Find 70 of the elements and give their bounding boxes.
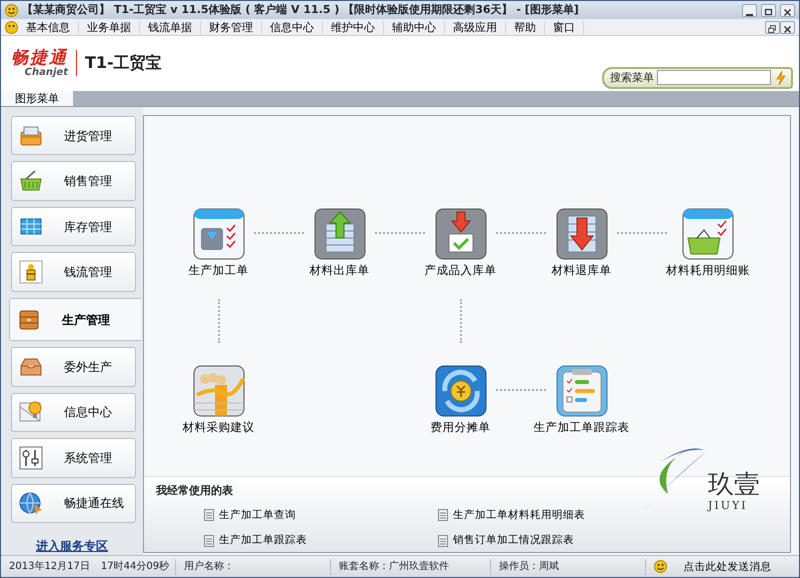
node-label[interactable]: 产成品入库单	[424, 262, 496, 280]
sidebar-item[interactable]: 钱流管理	[11, 252, 136, 292]
menu-item[interactable]: 帮助	[506, 20, 545, 34]
checklist-icon[interactable]	[556, 365, 608, 418]
sidebar-item[interactable]: 进货管理	[11, 116, 136, 156]
report-link[interactable]: 生产加工单跟踪表	[204, 533, 438, 549]
document-icon	[204, 509, 214, 522]
sidebar-item[interactable]: 销售管理	[11, 161, 136, 201]
send-message-button[interactable]: 点击此处发送消息	[684, 558, 772, 574]
sidebar-item[interactable]: 系统管理	[11, 438, 136, 478]
close-button[interactable]	[780, 20, 795, 34]
search-button[interactable]	[774, 70, 788, 86]
basket-document-icon[interactable]	[682, 208, 734, 260]
menu-item[interactable]: 钱流单据	[140, 20, 201, 34]
brand-logo-text: 畅捷通	[11, 50, 68, 67]
menu-item[interactable]: 高级应用	[445, 20, 506, 34]
document-icon	[204, 535, 214, 548]
app-icon	[5, 4, 18, 16]
node-label[interactable]: 材料退库单	[552, 262, 612, 280]
company-logo-latin: JIUYI	[708, 498, 749, 514]
search-field[interactable]	[657, 70, 771, 86]
maximize-button[interactable]	[761, 4, 776, 16]
section-title: 我经常使用的表	[156, 483, 233, 499]
report-link[interactable]: 销售订单加工情况跟踪表	[438, 533, 658, 549]
menu-item[interactable]: 窗口	[545, 20, 584, 34]
company-logo-text: 玖壹	[708, 472, 760, 498]
brand-latin-text: Chanjet	[24, 67, 68, 78]
minimize-icon	[746, 14, 753, 16]
node-label[interactable]: 生产加工单跟踪表	[534, 419, 630, 436]
status-user: 用户名称：	[176, 558, 331, 574]
product-name: T1-工贸宝	[76, 50, 162, 76]
document-icon	[438, 535, 448, 548]
smiley-icon	[654, 560, 667, 573]
status-time: 17时44分09秒	[100, 560, 170, 574]
coin-cycle-icon[interactable]	[434, 365, 486, 418]
menu-item[interactable]: 业务单据	[79, 20, 140, 34]
menu-item[interactable]: 辅助中心	[384, 20, 445, 34]
node-label[interactable]: 生产加工单	[188, 262, 248, 280]
menu-item[interactable]: 信息中心	[262, 20, 323, 34]
status-operator: 操作员：周斌	[491, 558, 646, 574]
status-account: 账套名称：广州玖壹软件	[331, 558, 491, 574]
status-date: 2013年12月17日	[9, 560, 90, 574]
document-icon	[438, 509, 448, 522]
node-label[interactable]: 材料出库单	[310, 262, 370, 280]
document-icon[interactable]	[192, 208, 244, 260]
sidebar-item[interactable]: 信息中心	[11, 392, 136, 432]
sliders-icon	[18, 444, 44, 471]
menu-item[interactable]: 财务管理	[201, 20, 262, 34]
spreadsheet-chart-icon[interactable]	[192, 365, 244, 418]
sidebar-item[interactable]: 畅捷通在线	[11, 484, 136, 524]
menu-item[interactable]: 维护中心	[323, 20, 384, 34]
report-link[interactable]: 生产加工单材料耗用明细表	[438, 508, 658, 524]
window-title: 【某某商贸公司】 T1-工贸宝 v 11.5体验版 ( 客户端 V 11.5 ) 【限时体验版使用期限还剩36天】 - [图形菜单]	[22, 2, 580, 18]
restore-button[interactable]	[765, 20, 780, 34]
maximize-icon	[762, 6, 775, 18]
search-label: 搜索菜单	[610, 70, 654, 86]
node-label[interactable]: 材料采购建议	[182, 419, 254, 436]
close-button[interactable]	[780, 4, 795, 16]
sidebar-item[interactable]: 委外生产	[11, 347, 136, 387]
app-icon	[5, 20, 18, 34]
report-link[interactable]: 生产加工单查询	[204, 508, 438, 524]
minimize-button[interactable]	[742, 4, 757, 16]
node-label[interactable]: 材料耗用明细账	[666, 262, 750, 280]
tab[interactable]: 图形菜单	[1, 91, 73, 106]
menu-item[interactable]: 基本信息	[18, 20, 79, 34]
service-link[interactable]: 进入服务专区	[36, 537, 108, 556]
sidebar-item[interactable]: 库存管理	[11, 206, 136, 246]
globe-icon	[18, 490, 44, 516]
node-label[interactable]: 费用分摊单	[430, 419, 490, 436]
sidebar-item[interactable]: 生产管理	[9, 298, 141, 342]
